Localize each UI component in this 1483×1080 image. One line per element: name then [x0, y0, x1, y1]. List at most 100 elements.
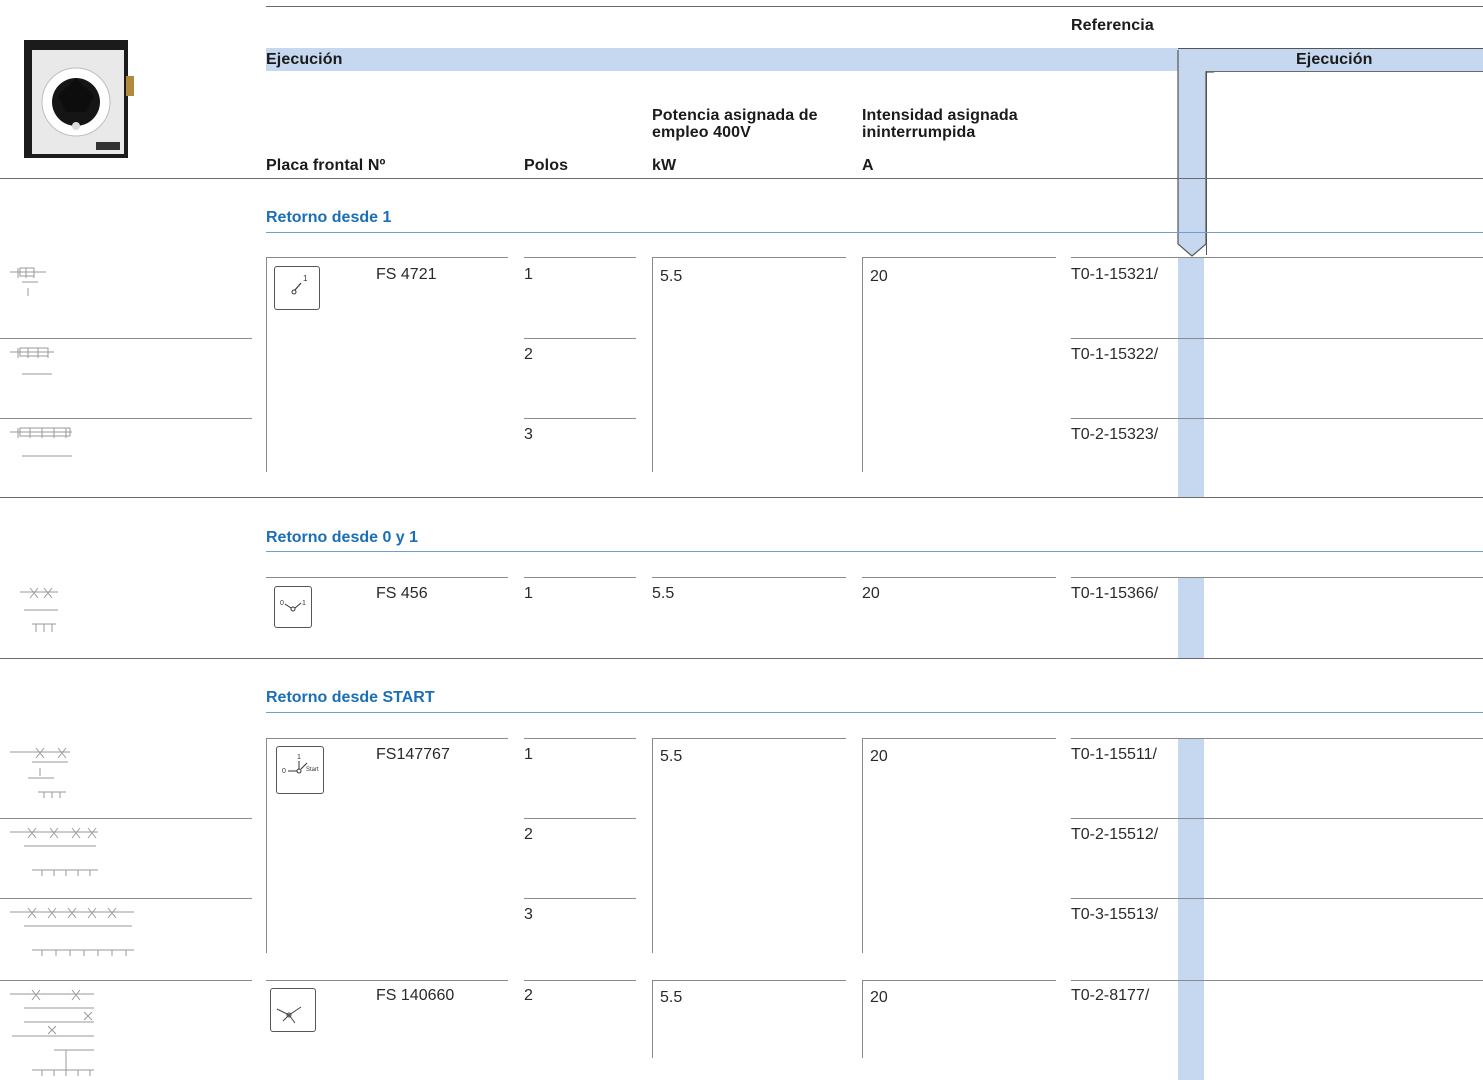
svg-text:Start: Start — [306, 767, 319, 773]
reference-code: T0-1-15322/ — [1071, 346, 1159, 363]
row-rule — [862, 980, 1056, 981]
front-plate-icon: 1 0 Start — [276, 746, 324, 794]
front-plate-icon: 1 — [274, 266, 320, 310]
poles-value: 2 — [524, 987, 533, 1004]
front-plate-icon: 01 — [274, 586, 312, 628]
plate-number: FS 140660 — [376, 987, 455, 1004]
plate-number: FS 456 — [376, 585, 428, 602]
poles-value: 3 — [524, 426, 533, 443]
intensidad-header: Intensidad asignada ininterrumpida — [862, 107, 1018, 141]
ejecucion-band-left — [266, 48, 1178, 71]
current-value: 20 — [870, 748, 888, 765]
row-rule — [524, 980, 636, 981]
row-rule — [524, 898, 636, 899]
circuit-diagram-icon — [10, 267, 46, 296]
row-rule — [652, 980, 846, 981]
section-title: Retorno desde 1 — [266, 209, 392, 226]
power-value: 5.5 — [660, 268, 683, 285]
section-title: Retorno desde 0 y 1 — [266, 529, 419, 546]
row-rule — [524, 738, 636, 739]
circuit-diagram-icon — [10, 747, 70, 798]
col-rule — [862, 738, 863, 953]
power-value: 5.5 — [652, 585, 675, 602]
circuit-diagram-icon — [10, 907, 134, 956]
header-bottom-rule — [0, 178, 1483, 179]
row-rule — [0, 980, 252, 981]
svg-text:1: 1 — [297, 754, 301, 761]
row-rule — [1071, 338, 1483, 339]
reference-code: T0-1-15511/ — [1071, 746, 1157, 763]
poles-value: 3 — [524, 906, 533, 923]
row-rule — [524, 257, 636, 258]
col-rule — [652, 738, 653, 953]
row-rule — [652, 738, 846, 739]
row-rule — [862, 257, 1056, 258]
reference-code: T0-2-15512/ — [1071, 826, 1159, 843]
circuit-diagram-icon — [10, 989, 94, 1076]
poles-value: 1 — [524, 585, 533, 602]
section-rule — [266, 712, 1483, 713]
row-rule — [524, 418, 636, 419]
power-value: 5.5 — [660, 989, 683, 1006]
ejecucion-right-vrule — [1206, 71, 1207, 255]
row-rule — [0, 418, 252, 419]
row-rule — [652, 257, 846, 258]
row-rule — [0, 898, 252, 899]
row-rule — [524, 338, 636, 339]
power-value: 5.5 — [660, 748, 683, 765]
col-rule — [862, 257, 863, 472]
row-rule — [1071, 257, 1483, 258]
row-rule — [524, 577, 636, 578]
ejecucion-header-right: Ejecución — [1296, 51, 1373, 68]
row-rule — [862, 738, 1056, 739]
reference-code: T0-1-15321/ — [1071, 266, 1159, 283]
section-divider — [0, 497, 1483, 498]
current-value: 20 — [870, 989, 888, 1006]
col-rule — [862, 980, 863, 1058]
col-rule — [652, 980, 653, 1058]
section-rule — [266, 232, 1483, 233]
row-rule — [0, 338, 252, 339]
svg-text:0: 0 — [280, 600, 284, 607]
highlight-column — [1178, 257, 1204, 497]
row-rule — [1071, 818, 1483, 819]
highlight-column — [1178, 738, 1204, 1080]
reference-code: T0-1-15366/ — [1071, 585, 1159, 602]
poles-value: 2 — [524, 826, 533, 843]
row-rule — [266, 980, 508, 981]
reference-code: T0-2-8177/ — [1071, 987, 1150, 1004]
ejecucion-top-left-rule — [1178, 48, 1483, 49]
potencia-header: Potencia asignada de empleo 400V — [652, 107, 818, 141]
svg-text:1: 1 — [303, 274, 308, 283]
row-rule — [1071, 898, 1483, 899]
ejecucion-right-rule — [1206, 71, 1483, 72]
row-rule — [1071, 418, 1483, 419]
row-rule — [524, 818, 636, 819]
reference-code: T0-2-15323/ — [1071, 426, 1159, 443]
row-rule — [1071, 980, 1483, 981]
product-photo — [14, 36, 138, 160]
highlight-column — [1178, 577, 1204, 658]
row-rule — [652, 577, 846, 578]
row-rule — [1071, 577, 1483, 578]
row-rule — [0, 818, 252, 819]
col-rule — [266, 257, 267, 472]
section-divider — [0, 658, 1483, 659]
intensidad-unit-header: A — [862, 157, 874, 174]
ejecucion-header-left: Ejecución — [266, 51, 343, 68]
current-value: 20 — [862, 585, 880, 602]
row-rule — [1071, 738, 1483, 739]
circuit-diagram-icon — [10, 347, 54, 375]
row-rule — [266, 577, 508, 578]
potencia-unit-header: kW — [652, 157, 677, 174]
polos-header: Polos — [524, 157, 569, 174]
svg-text:0: 0 — [282, 768, 286, 775]
plate-number: FS147767 — [376, 746, 450, 763]
section-rule — [266, 551, 1483, 552]
circuit-diagram-icon — [10, 427, 72, 457]
plate-number: FS 4721 — [376, 266, 437, 283]
top-rule — [266, 6, 1483, 7]
circuit-diagram-icon — [10, 827, 98, 876]
current-value: 20 — [870, 268, 888, 285]
poles-value: 2 — [524, 346, 533, 363]
